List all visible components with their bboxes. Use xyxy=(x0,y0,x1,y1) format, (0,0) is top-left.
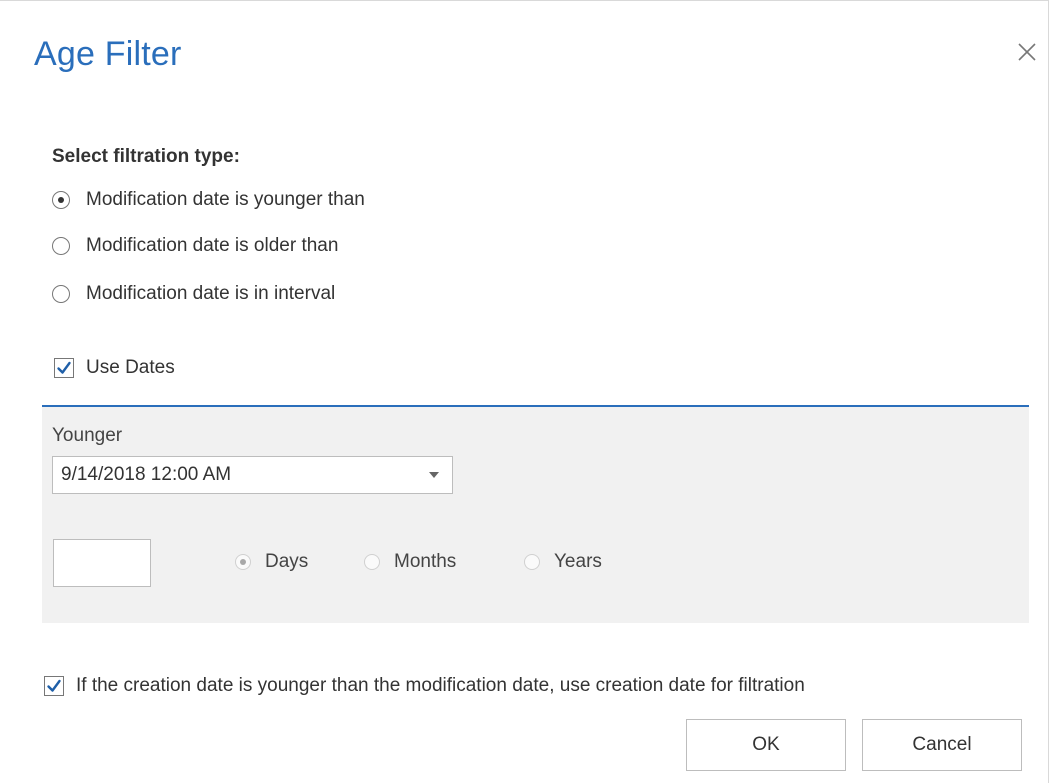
radio-button-checked[interactable] xyxy=(52,191,70,209)
unit-label: Years xyxy=(554,551,602,572)
use-dates-checkbox-row[interactable]: Use Dates xyxy=(54,357,175,379)
radio-button[interactable] xyxy=(52,237,70,255)
checkmark-icon xyxy=(47,679,61,692)
creation-date-checkbox-row[interactable]: If the creation date is younger than the… xyxy=(44,675,805,697)
dates-panel xyxy=(42,405,1029,623)
radio-button[interactable] xyxy=(364,554,380,570)
use-dates-checkbox[interactable] xyxy=(54,358,74,378)
use-dates-label: Use Dates xyxy=(86,357,175,378)
checkmark-icon xyxy=(57,361,71,374)
radio-older-than[interactable]: Modification date is older than xyxy=(52,231,338,261)
unit-days[interactable]: Days xyxy=(235,551,308,573)
creation-date-label: If the creation date is younger than the… xyxy=(76,675,805,696)
close-icon[interactable] xyxy=(1014,39,1040,65)
radio-button-checked[interactable] xyxy=(235,554,251,570)
unit-months[interactable]: Months xyxy=(364,551,456,573)
radio-button[interactable] xyxy=(524,554,540,570)
radio-label: Modification date is older than xyxy=(86,235,339,256)
date-value: 9/14/2018 12:00 AM xyxy=(61,464,232,485)
unit-label: Days xyxy=(265,551,309,572)
dialog-title: Age Filter xyxy=(34,35,182,73)
unit-label: Months xyxy=(394,551,457,572)
radio-label: Modification date is in interval xyxy=(86,283,336,304)
unit-years[interactable]: Years xyxy=(524,551,602,573)
filtration-type-label: Select filtration type: xyxy=(52,146,240,167)
radio-label: Modification date is younger than xyxy=(86,189,365,210)
age-filter-dialog: Age Filter Select filtration type: Modif… xyxy=(0,0,1049,783)
amount-input[interactable] xyxy=(53,539,151,587)
chevron-down-icon[interactable] xyxy=(428,471,440,479)
younger-label: Younger xyxy=(52,425,123,446)
ok-button[interactable]: OK xyxy=(686,719,846,771)
radio-button[interactable] xyxy=(52,285,70,303)
cancel-button[interactable]: Cancel xyxy=(862,719,1022,771)
younger-date-dropdown[interactable]: 9/14/2018 12:00 AM xyxy=(52,456,453,494)
radio-younger-than[interactable]: Modification date is younger than xyxy=(52,185,365,215)
radio-in-interval[interactable]: Modification date is in interval xyxy=(52,279,335,309)
creation-date-checkbox[interactable] xyxy=(44,676,64,696)
